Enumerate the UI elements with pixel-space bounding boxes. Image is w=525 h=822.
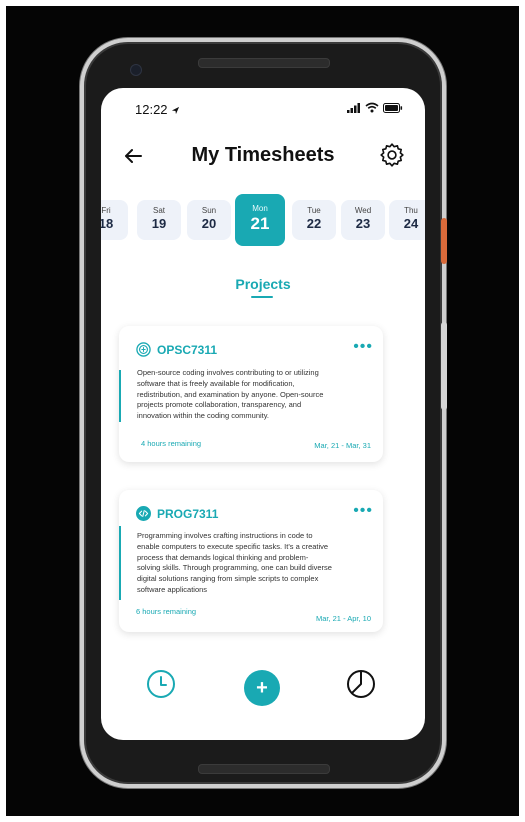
- wifi-icon: [365, 102, 379, 113]
- day-number: 20: [201, 216, 217, 231]
- project-code: OPSC7311: [157, 343, 218, 357]
- desc-line: enable computers to execute specific tas…: [137, 541, 329, 551]
- add-button[interactable]: +: [244, 670, 280, 706]
- day-name: Wed: [354, 206, 372, 215]
- day-chip-fri[interactable]: Fri 18: [101, 200, 128, 240]
- desc-line: projects promote collaboration, transpar…: [137, 400, 302, 410]
- bottom-nav: +: [101, 666, 425, 710]
- day-chip-tue[interactable]: Tue 22: [292, 200, 336, 240]
- plus-icon: +: [256, 677, 268, 699]
- location-icon: [172, 106, 180, 115]
- day-number: 21: [250, 214, 270, 233]
- bottom-speaker: [198, 764, 330, 774]
- clock-icon[interactable]: [145, 668, 177, 700]
- page-title: My Timesheets: [191, 144, 335, 166]
- day-chip-sun[interactable]: Sun 20: [187, 200, 231, 240]
- status-icons: [347, 102, 403, 113]
- more-options-icon[interactable]: •••: [353, 338, 373, 356]
- day-name: Thu: [404, 206, 418, 215]
- day-number: 23: [355, 216, 371, 231]
- status-time: 12:22: [135, 102, 180, 117]
- signal-icon: [347, 102, 360, 113]
- more-options-icon[interactable]: •••: [353, 502, 373, 520]
- desc-line: software applications: [137, 584, 208, 594]
- power-button: [441, 218, 447, 264]
- front-camera: [130, 64, 142, 76]
- day-number: 19: [151, 216, 167, 231]
- date-range: Mar, 21 - Mar, 31: [314, 441, 371, 450]
- hours-remaining: 4 hours remaining: [141, 439, 202, 448]
- header: My Timesheets: [101, 140, 425, 174]
- code-icon: [136, 506, 151, 521]
- top-speaker: [198, 58, 330, 68]
- day-name: Tue: [307, 206, 321, 215]
- date-range: Mar, 21 - Apr, 10: [315, 614, 371, 623]
- desc-line: software that is freely available for mo…: [137, 378, 295, 388]
- settings-gear-icon[interactable]: [379, 142, 405, 168]
- day-name: Mon: [252, 204, 268, 213]
- day-name: Fri: [101, 206, 111, 215]
- day-chip-sat[interactable]: Sat 19: [137, 200, 181, 240]
- project-code: PROG7311: [157, 507, 219, 521]
- volume-button: [441, 322, 447, 410]
- day-selector: Fri 18 Sat 19 Sun 20 Mon 21 Tue 22 Wed 2…: [101, 194, 425, 254]
- day-chip-wed[interactable]: Wed 23: [341, 200, 385, 240]
- open-source-icon: [136, 342, 151, 357]
- day-chip-mon-selected[interactable]: Mon 21: [235, 194, 285, 246]
- day-chip-thu[interactable]: Thu 24: [389, 200, 425, 240]
- app-screen: 12:22 My Timesheets Fri 18 Sat 19 Sun 20…: [101, 88, 425, 740]
- day-name: Sat: [152, 206, 165, 215]
- projects-section-title: Projects: [235, 276, 291, 292]
- pie-chart-icon[interactable]: [345, 668, 377, 700]
- hours-remaining: 6 hours remaining: [136, 607, 197, 616]
- day-number: 18: [101, 216, 114, 231]
- desc-line: Programming involves crafting instructio…: [137, 531, 313, 540]
- project-description: Open-source coding involves contributing…: [137, 368, 373, 422]
- day-number: 22: [306, 216, 322, 231]
- project-card-prog7311[interactable]: PROG7311 ••• Programming involves crafti…: [119, 490, 383, 632]
- day-number: 24: [403, 216, 419, 231]
- card-accent-bar: [119, 526, 121, 600]
- desc-line: redistribution, and examination by anyon…: [137, 389, 324, 399]
- desc-line: digital solutions ranging from simple sc…: [137, 574, 319, 584]
- section-underline: [251, 296, 273, 298]
- card-accent-bar: [119, 370, 121, 422]
- desc-line: solving skills. Through programming, one…: [137, 563, 332, 573]
- battery-icon: [383, 102, 403, 113]
- project-description: Programming involves crafting instructio…: [137, 531, 373, 596]
- project-card-opsc7311[interactable]: OPSC7311 ••• Open-source coding involves…: [119, 326, 383, 462]
- desc-line: process that demands logical thinking an…: [137, 552, 309, 562]
- day-name: Sun: [201, 206, 217, 215]
- desc-line: Open-source coding involves contributing…: [137, 368, 319, 377]
- desc-line: innovation within the coding community.: [137, 411, 270, 421]
